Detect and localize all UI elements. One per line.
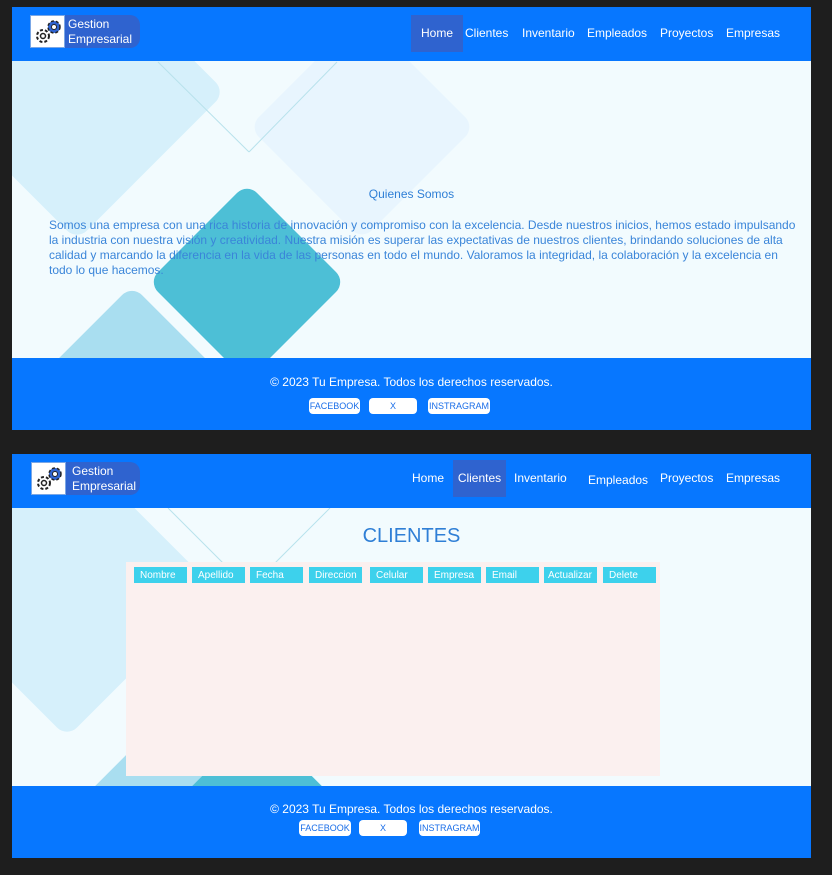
instagram-button[interactable]: INSTRAGRAM — [428, 398, 490, 414]
clientes-table: Nombre Apellido Fecha Direccion Celular … — [126, 562, 660, 776]
nav-empleados[interactable]: Empleados — [583, 462, 653, 499]
footer: © 2023 Tu Empresa. Todos los derechos re… — [12, 786, 811, 858]
column-header-empresa: Empresa — [428, 567, 481, 583]
gears-logo-icon — [30, 15, 65, 48]
about-title: Quienes Somos — [368, 187, 455, 201]
copyright-text: © 2023 Tu Empresa. Todos los derechos re… — [270, 375, 553, 389]
column-header-nombre: Nombre — [134, 567, 187, 583]
nav-proyectos[interactable]: Proyectos — [655, 460, 718, 497]
column-header-email: Email — [486, 567, 539, 583]
navbar: Gestion Empresarial Home Clientes Invent… — [12, 7, 811, 61]
nav-proyectos[interactable]: Proyectos — [655, 15, 718, 52]
gears-logo-icon — [31, 462, 66, 495]
nav-inventario[interactable]: Inventario — [509, 460, 572, 497]
column-header-apellido: Apellido — [192, 567, 245, 583]
brand-name: Gestion Empresarial — [72, 463, 137, 493]
column-header-celular: Celular — [370, 567, 423, 583]
clientes-page-frame: Gestion Empresarial Home Clientes Invent… — [12, 454, 811, 858]
brand-name: Gestion Empresarial — [68, 16, 133, 46]
navbar: Gestion Empresarial Home Clientes Invent… — [12, 454, 811, 508]
nav-empresas[interactable]: Empresas — [721, 460, 785, 497]
facebook-button[interactable]: FACEBOOK — [309, 398, 360, 414]
copyright-text: © 2023 Tu Empresa. Todos los derechos re… — [270, 802, 553, 816]
column-header-fecha: Fecha — [250, 567, 303, 583]
home-page-frame: Gestion Empresarial Home Clientes Invent… — [12, 7, 811, 430]
brand[interactable]: Gestion Empresarial — [31, 462, 140, 495]
facebook-button[interactable]: FACEBOOK — [299, 820, 351, 836]
nav-home[interactable]: Home — [411, 15, 463, 52]
about-text: Somos una empresa con una rica historia … — [49, 218, 796, 277]
column-header-direccion: Direccion — [309, 567, 362, 583]
footer: © 2023 Tu Empresa. Todos los derechos re… — [12, 358, 811, 430]
nav-clientes[interactable]: Clientes — [453, 460, 506, 497]
x-button[interactable]: X — [359, 820, 407, 836]
x-button[interactable]: X — [369, 398, 417, 414]
nav-clientes[interactable]: Clientes — [460, 15, 513, 52]
nav-inventario[interactable]: Inventario — [517, 15, 580, 52]
page-title: CLIENTES — [362, 525, 461, 547]
nav-home[interactable]: Home — [407, 460, 449, 497]
column-header-actualizar: Actualizar — [544, 567, 597, 583]
nav-empresas[interactable]: Empresas — [721, 15, 785, 52]
column-header-delete: Delete — [603, 567, 656, 583]
nav-empleados[interactable]: Empleados — [582, 15, 652, 52]
brand[interactable]: Gestion Empresarial — [30, 15, 140, 48]
instagram-button[interactable]: INSTRAGRAM — [419, 820, 480, 836]
